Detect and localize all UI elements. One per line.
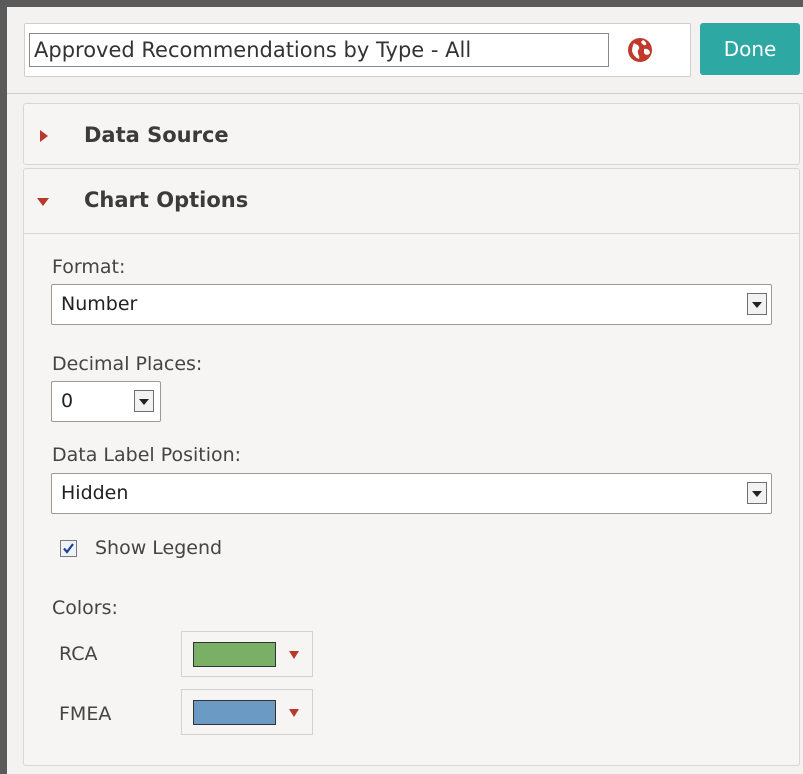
window-frame-top <box>0 0 803 7</box>
chart-options-header[interactable]: Chart Options <box>24 169 799 234</box>
decimal-places-label: Decimal Places: <box>52 353 203 375</box>
fmea-color-swatch <box>193 700 276 725</box>
caret-down-icon <box>289 709 299 717</box>
data-label-position-label: Data Label Position: <box>52 444 242 466</box>
format-label: Format: <box>52 256 126 278</box>
header: Done <box>7 7 803 94</box>
decimal-places-value: 0 <box>61 390 74 412</box>
show-legend-label: Show Legend <box>95 537 223 559</box>
format-value: Number <box>61 293 138 315</box>
chevron-down-icon[interactable] <box>134 390 154 412</box>
data-source-header[interactable]: Data Source <box>24 104 799 168</box>
chevron-down-icon[interactable] <box>747 293 767 315</box>
show-legend-checkbox[interactable] <box>60 540 77 557</box>
data-label-position-select[interactable]: Hidden <box>51 473 772 514</box>
title-box <box>24 23 691 77</box>
chevron-down-icon[interactable] <box>747 482 767 504</box>
fmea-color-picker[interactable] <box>181 689 313 735</box>
colors-label: Colors: <box>52 597 118 619</box>
chart-title-input[interactable] <box>29 33 609 67</box>
color-series-label: RCA <box>59 643 98 665</box>
chart-options-label: Chart Options <box>84 188 249 212</box>
done-button[interactable]: Done <box>700 23 800 75</box>
format-select[interactable]: Number <box>51 284 772 325</box>
rca-color-picker[interactable] <box>181 631 313 677</box>
decimal-places-select[interactable]: 0 <box>51 381 161 422</box>
rca-color-swatch <box>193 642 276 667</box>
caret-down-icon <box>289 651 299 659</box>
globe-icon[interactable] <box>625 35 655 65</box>
data-label-position-value: Hidden <box>61 482 129 504</box>
data-source-panel: Data Source <box>23 103 800 165</box>
collapsed-arrow-icon <box>40 130 48 142</box>
color-series-label: FMEA <box>59 703 112 725</box>
chart-options-panel: Chart Options <box>23 168 800 766</box>
data-source-label: Data Source <box>84 123 229 147</box>
expanded-arrow-icon <box>37 198 49 206</box>
window-frame-left <box>0 0 7 774</box>
checkmark-icon <box>63 543 74 554</box>
